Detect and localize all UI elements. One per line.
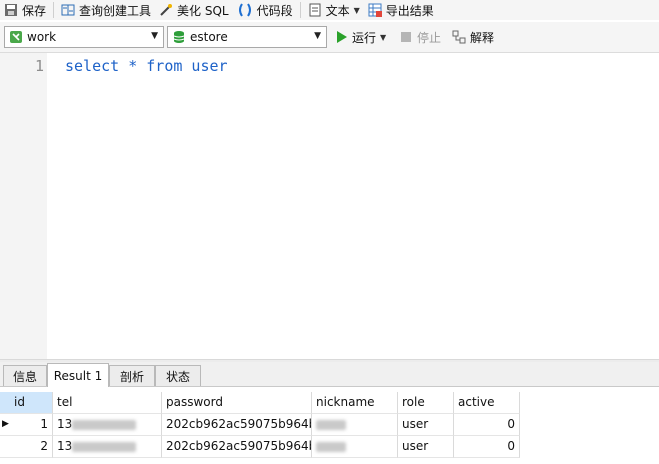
cell-tel-value: 13 — [57, 417, 73, 431]
connection-select[interactable]: work ▼ — [4, 26, 164, 48]
sql-query-text[interactable]: select * from user — [65, 57, 228, 75]
tab-info-label: 信息 — [12, 369, 37, 384]
cell-password[interactable]: 202cb962ac59075b964b0 — [162, 414, 312, 436]
connection-icon — [9, 30, 23, 44]
cell-tel[interactable]: 13 — [53, 436, 162, 458]
cell-nickname[interactable] — [312, 414, 398, 436]
save-label: 保存 — [22, 3, 47, 18]
column-header-tel[interactable]: tel — [53, 392, 162, 414]
tab-info[interactable]: 信息 — [3, 365, 47, 386]
tab-result-1[interactable]: Result 1 — [47, 363, 109, 387]
column-header-active[interactable]: active — [454, 392, 520, 414]
database-value: estore — [190, 30, 228, 44]
stop-label: 停止 — [417, 30, 442, 45]
cell-tel-value: 13 — [57, 439, 73, 453]
run-label: 运行 — [352, 30, 377, 45]
magic-wand-icon — [159, 3, 173, 17]
beautify-sql-button[interactable]: 美化 SQL — [155, 0, 233, 20]
run-button[interactable]: 运行 ▼ — [334, 27, 386, 47]
table-row[interactable]: ▶ 1 13 202cb962ac59075b964b0 user 0 — [0, 414, 520, 436]
stop-button[interactable]: 停止 — [399, 27, 441, 47]
beautify-sql-label: 美化 SQL — [177, 3, 229, 18]
redacted-nickname — [316, 419, 346, 430]
explain-label: 解释 — [470, 30, 495, 45]
tab-status-label: 状态 — [165, 369, 190, 384]
row-pointer-icon: ▶ — [2, 419, 9, 429]
chevron-down-icon: ▼ — [151, 31, 158, 41]
document-icon — [308, 3, 322, 17]
cell-id-value: 1 — [40, 417, 48, 431]
redacted-phone — [72, 441, 137, 452]
tab-result-1-label: Result 1 — [53, 368, 103, 383]
cell-id[interactable]: 2 — [0, 436, 53, 458]
cell-active[interactable]: 0 — [454, 414, 520, 436]
column-header-role[interactable]: role — [398, 392, 454, 414]
connection-value: work — [27, 30, 57, 44]
stop-icon — [399, 30, 413, 44]
column-header-password[interactable]: password — [162, 392, 312, 414]
toolbar-divider — [53, 2, 55, 18]
cell-password[interactable]: 202cb962ac59075b964b0 — [162, 436, 312, 458]
cell-id[interactable]: ▶ 1 — [0, 414, 53, 436]
explain-button[interactable]: 解释 — [452, 27, 494, 47]
save-icon — [4, 3, 18, 17]
tab-profile-label: 剖析 — [119, 369, 144, 384]
explain-icon — [452, 30, 466, 44]
sql-editor[interactable]: 1 select * from user — [0, 53, 659, 359]
query-builder-icon — [61, 3, 75, 17]
play-icon — [334, 30, 348, 44]
chevron-down-icon: ▼ — [314, 31, 321, 41]
export-grid-icon — [368, 3, 382, 17]
cell-role[interactable]: user — [398, 436, 454, 458]
text-mode-button[interactable]: 文本 ▼ — [304, 0, 364, 20]
text-mode-label: 文本 — [325, 3, 350, 18]
query-builder-label: 查询创建工具 — [79, 3, 152, 18]
grid-header-row: id tel password nickname role active — [0, 392, 520, 414]
database-icon — [172, 30, 186, 44]
column-header-id[interactable]: id — [0, 392, 53, 414]
redacted-nickname — [316, 441, 346, 452]
query-builder-button[interactable]: 查询创建工具 — [57, 0, 155, 20]
main-toolbar: 保存 查询创建工具 美化 SQL 代码段 文本 ▼ 导出结果 — [0, 0, 659, 20]
code-snippet-button[interactable]: 代码段 — [233, 0, 297, 20]
redacted-phone — [72, 419, 137, 430]
tab-profile[interactable]: 剖析 — [109, 365, 155, 386]
toolbar-divider — [299, 2, 301, 18]
export-results-button[interactable]: 导出结果 — [364, 0, 438, 20]
query-toolbar: work ▼ estore ▼ 运行 ▼ 停止 解释 — [0, 22, 659, 53]
parentheses-icon — [237, 3, 253, 17]
chevron-down-icon: ▼ — [380, 32, 387, 42]
line-number-gutter: 1 — [0, 53, 47, 359]
cell-tel[interactable]: 13 — [53, 414, 162, 436]
table-row[interactable]: 2 13 202cb962ac59075b964b0 user 0 — [0, 436, 520, 458]
save-button[interactable]: 保存 — [0, 0, 50, 20]
code-snippet-label: 代码段 — [256, 3, 293, 18]
result-tab-bar: 信息 Result 1 剖析 状态 — [0, 362, 659, 387]
cell-nickname[interactable] — [312, 436, 398, 458]
cell-role[interactable]: user — [398, 414, 454, 436]
column-header-nickname[interactable]: nickname — [312, 392, 398, 414]
chevron-down-icon: ▼ — [353, 5, 360, 15]
database-select[interactable]: estore ▼ — [167, 26, 327, 48]
export-results-label: 导出结果 — [385, 3, 434, 18]
line-number: 1 — [34, 57, 44, 75]
cell-active[interactable]: 0 — [454, 436, 520, 458]
tab-status[interactable]: 状态 — [155, 365, 201, 386]
